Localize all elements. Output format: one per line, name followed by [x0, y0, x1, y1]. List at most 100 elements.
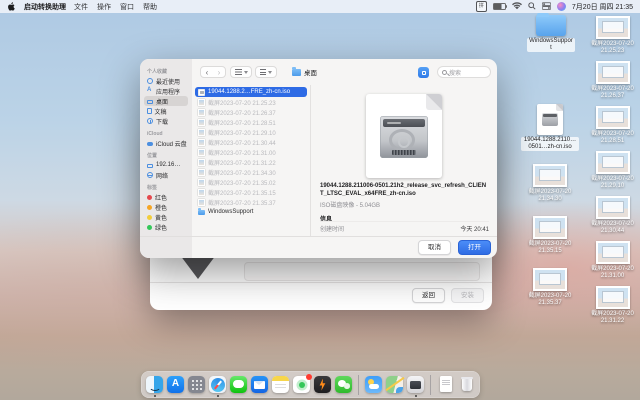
menubar-menu[interactable]: 文件 [74, 2, 88, 12]
sidebar-item[interactable]: iCloud 云盘 [144, 138, 188, 148]
file-row[interactable]: 截屏2023-07-20 21.30.44 [195, 137, 307, 147]
desktop-icon-label: 截屏2023-07-20 21.28.51 [586, 131, 640, 145]
dock-item[interactable] [355, 372, 362, 397]
file-name: 截屏2023-07-20 21.31.22 [208, 158, 276, 167]
file-row[interactable]: 截屏2023-07-20 21.29.10 [195, 127, 307, 137]
dock-item[interactable] [229, 372, 248, 397]
input-method-icon[interactable]: 拼 [476, 1, 487, 12]
file-row[interactable]: 截屏2023-07-20 21.35.02 [195, 177, 307, 187]
dock-item[interactable] [166, 372, 185, 397]
sidebar-item[interactable]: 192.16… [144, 160, 188, 170]
location-popup[interactable]: 桌面 [292, 66, 317, 78]
dock-item[interactable] [364, 372, 383, 397]
dock-item[interactable] [385, 372, 404, 397]
desktop-icon[interactable]: 19044.1288.2110…0501…zh-cn.iso [521, 104, 579, 151]
dock-item[interactable] [187, 372, 206, 397]
dock-app-icon [358, 375, 359, 395]
search-icon[interactable] [528, 2, 536, 12]
dock-item[interactable] [436, 372, 455, 397]
view-mode-dropdown[interactable] [230, 66, 252, 78]
file-row[interactable]: 截屏2023-07-20 21.25.23 [195, 97, 307, 107]
sidebar-item[interactable]: 红色 [144, 192, 188, 202]
dock-app-icon [167, 376, 184, 393]
file-row[interactable]: 截屏2023-07-20 21.31.00 [195, 147, 307, 157]
file-row[interactable]: 截屏2023-07-20 21.28.51 [195, 117, 307, 127]
dock-item[interactable] [208, 372, 227, 397]
dock-item[interactable] [313, 372, 332, 397]
dock-item[interactable] [145, 372, 164, 397]
file-row[interactable]: 截屏2023-07-20 21.31.22 [195, 157, 307, 167]
dock-item[interactable] [457, 372, 476, 397]
file-name: 截屏2023-07-20 21.31.00 [208, 148, 276, 157]
toolbar-blue-shortcut-icon[interactable] [418, 67, 429, 78]
file-row[interactable]: 截屏2023-07-20 21.26.37 [195, 107, 307, 117]
dock-item[interactable] [292, 372, 311, 397]
menubar-menu[interactable]: 帮助 [143, 2, 157, 12]
sidebar-item[interactable]: 应用程序 [144, 86, 188, 96]
desktop-file-icon [596, 196, 630, 219]
sidebar-item-label: 位置 [147, 152, 157, 159]
dock-item[interactable] [250, 372, 269, 397]
menubar-app-name[interactable]: 启动转换助理 [24, 2, 66, 12]
sidebar-item[interactable]: iCloud [144, 129, 188, 138]
open-button[interactable]: 打开 [458, 240, 491, 255]
dialog-button-bar: 取消 打开 [140, 236, 497, 258]
dock-item[interactable] [427, 372, 434, 397]
desktop-icon[interactable]: 截屏2023-07-20 21.29.10 [585, 151, 640, 190]
file-row[interactable]: 19044.1288.2…FRE_zh-cn.iso [195, 87, 307, 97]
sidebar-item[interactable]: 文稿 [144, 106, 188, 116]
desktop-icon[interactable]: 截屏2023-07-20 21.25.23 [585, 16, 640, 55]
sidebar-item[interactable]: 标签 [144, 183, 188, 192]
group-by-dropdown[interactable] [255, 66, 277, 78]
sidebar-item[interactable]: 位置 [144, 151, 188, 160]
dock-app-icon [407, 376, 424, 393]
sidebar-item[interactable]: 橙色 [144, 202, 188, 212]
battery-icon[interactable] [493, 3, 506, 10]
sidebar-item-icon [147, 195, 152, 200]
control-center-icon[interactable] [542, 2, 551, 12]
sidebar-item-label: 标签 [147, 184, 157, 191]
desktop-icon[interactable]: 截屏2023-07-20 21.35.15 [521, 216, 579, 255]
desktop-folder-windowssupport[interactable]: WindowsSupport [527, 15, 575, 52]
sidebar-item[interactable]: 桌面 [144, 96, 188, 106]
desktop-icon[interactable]: 截屏2023-07-20 21.26.37 [585, 61, 640, 100]
disk-drive-graphic [380, 116, 428, 158]
wifi-icon[interactable] [512, 2, 522, 12]
sidebar-item[interactable]: 最近使用 [144, 76, 188, 86]
back-nav-button[interactable]: ‹ [206, 68, 209, 77]
dock-app-icon [146, 376, 163, 393]
sidebar-item[interactable]: 绿色 [144, 222, 188, 232]
iso-path-field[interactable] [244, 262, 480, 281]
sidebar-item[interactable]: 下载 [144, 116, 188, 126]
sidebar-item[interactable]: 网络 [144, 170, 188, 180]
dock-item[interactable] [271, 372, 290, 397]
menubar-datetime[interactable]: 7月20日 周四 21:35 [572, 2, 633, 12]
desktop-icon[interactable]: 截屏2023-07-20 21.34.30 [521, 164, 579, 203]
dock-app-icon [437, 376, 454, 393]
file-type-icon [198, 89, 205, 96]
file-row[interactable]: 截屏2023-07-20 21.35.15 [195, 187, 307, 197]
sidebar-item[interactable]: 个人收藏 [144, 67, 188, 76]
desktop-icon[interactable]: 截屏2023-07-20 21.31.00 [585, 241, 640, 280]
desktop-icon[interactable]: 截屏2023-07-20 21.30.44 [585, 196, 640, 235]
menubar-menu[interactable]: 操作 [97, 2, 111, 12]
file-row[interactable]: WindowsSupport [195, 207, 307, 217]
cancel-button[interactable]: 取消 [418, 240, 451, 255]
dock-item[interactable] [334, 372, 353, 397]
file-row[interactable]: 截屏2023-07-20 21.34.30 [195, 167, 307, 177]
dock-app-icon [209, 376, 226, 393]
apple-menu-icon[interactable] [8, 2, 16, 11]
menubar-menu[interactable]: 窗口 [120, 2, 134, 12]
forward-nav-button[interactable]: › [218, 68, 221, 77]
search-field[interactable]: 搜索 [437, 66, 491, 78]
desktop-icon[interactable]: 截屏2023-07-20 21.35.37 [521, 268, 579, 307]
siri-icon[interactable] [557, 2, 566, 11]
sidebar-item-label: 192.16… [156, 162, 180, 168]
sidebar-item-icon [147, 108, 152, 114]
dock-item[interactable] [406, 372, 425, 397]
sidebar-item[interactable]: 黄色 [144, 212, 188, 222]
file-row[interactable]: 截屏2023-07-20 21.35.37 [195, 197, 307, 207]
desktop-icon[interactable]: 截屏2023-07-20 21.31.22 [585, 286, 640, 325]
desktop-icon[interactable]: 截屏2023-07-20 21.28.51 [585, 106, 640, 145]
back-button[interactable]: 返回 [412, 288, 445, 303]
